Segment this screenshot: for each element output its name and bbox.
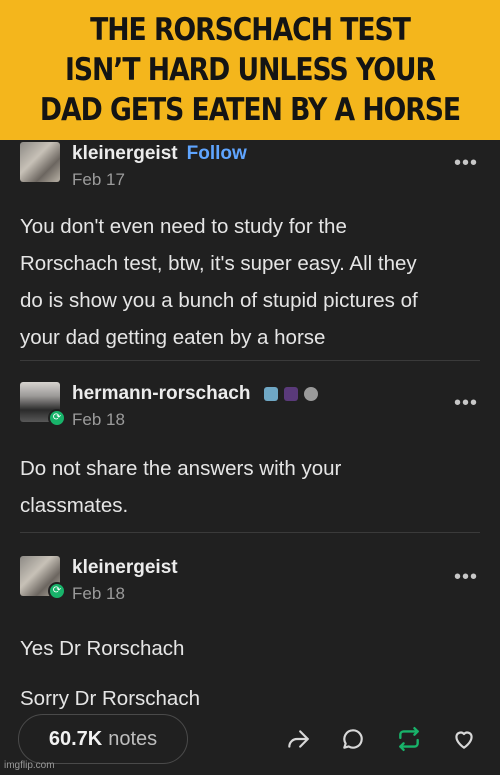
divider bbox=[20, 360, 480, 361]
notes-label: notes bbox=[108, 727, 158, 750]
caption-line-3: DAD GETS EATEN BY A HORSE bbox=[39, 92, 461, 128]
username-link[interactable]: kleinergeist bbox=[72, 557, 178, 578]
comment-icon[interactable] bbox=[338, 724, 368, 754]
more-options-icon[interactable]: ••• bbox=[454, 152, 478, 175]
post-username-line: kleinergeist Follow bbox=[72, 143, 247, 165]
caption-line-1: THE RORSCHACH TEST bbox=[90, 12, 411, 48]
username-link[interactable]: kleinergeist bbox=[72, 143, 178, 164]
share-icon[interactable] bbox=[283, 724, 313, 754]
more-options-icon[interactable]: ••• bbox=[454, 392, 478, 415]
post-username-line: kleinergeist bbox=[72, 557, 178, 579]
badge-icon bbox=[303, 386, 318, 401]
reblog-badge-icon: ⟳ bbox=[48, 409, 66, 427]
meme-caption: THE RORSCHACH TEST ISN’T HARD UNLESS YOU… bbox=[0, 0, 500, 140]
post-line: do is show you a bunch of stupid picture… bbox=[20, 289, 418, 312]
follow-button[interactable]: Follow bbox=[187, 143, 247, 164]
caption-line-2: ISN’T HARD UNLESS YOUR bbox=[64, 52, 436, 88]
post-line: Rorschach test, btw, it's super easy. Al… bbox=[20, 252, 417, 275]
reblog-badge-icon: ⟳ bbox=[48, 582, 66, 600]
reblog-icon[interactable] bbox=[394, 724, 424, 754]
badge-icon bbox=[263, 386, 278, 401]
post-date[interactable]: Feb 18 bbox=[72, 584, 125, 604]
post-username-line: hermann-rorschach bbox=[72, 383, 318, 405]
watermark: imgflip.com bbox=[4, 760, 55, 771]
post-body: Do not share the answers with your class… bbox=[20, 450, 490, 524]
avatar[interactable] bbox=[20, 142, 60, 182]
badge-icon bbox=[283, 386, 298, 401]
post-date[interactable]: Feb 18 bbox=[72, 410, 125, 430]
post-line: Do not share the answers with your bbox=[20, 457, 342, 480]
post-line: Yes Dr Rorschach bbox=[20, 637, 185, 660]
post-line: your dad getting eaten by a horse bbox=[20, 326, 326, 349]
username-link[interactable]: hermann-rorschach bbox=[72, 383, 250, 404]
divider bbox=[20, 532, 480, 533]
user-badges bbox=[263, 386, 318, 401]
post-body: Yes Dr Rorschach Sorry Dr Rorschach bbox=[20, 624, 490, 724]
notes-count: 60.7K bbox=[48, 727, 103, 750]
notes-button[interactable]: 60.7K notes bbox=[18, 714, 188, 764]
like-icon[interactable] bbox=[449, 724, 479, 754]
post-line: classmates. bbox=[20, 494, 129, 517]
post-line: You don't even need to study for the bbox=[20, 215, 347, 238]
post-body: You don't even need to study for the Ror… bbox=[20, 208, 490, 356]
more-options-icon[interactable]: ••• bbox=[454, 566, 478, 589]
caption-text: THE RORSCHACH TEST ISN’T HARD UNLESS YOU… bbox=[35, 10, 465, 130]
post-date[interactable]: Feb 17 bbox=[72, 170, 125, 190]
